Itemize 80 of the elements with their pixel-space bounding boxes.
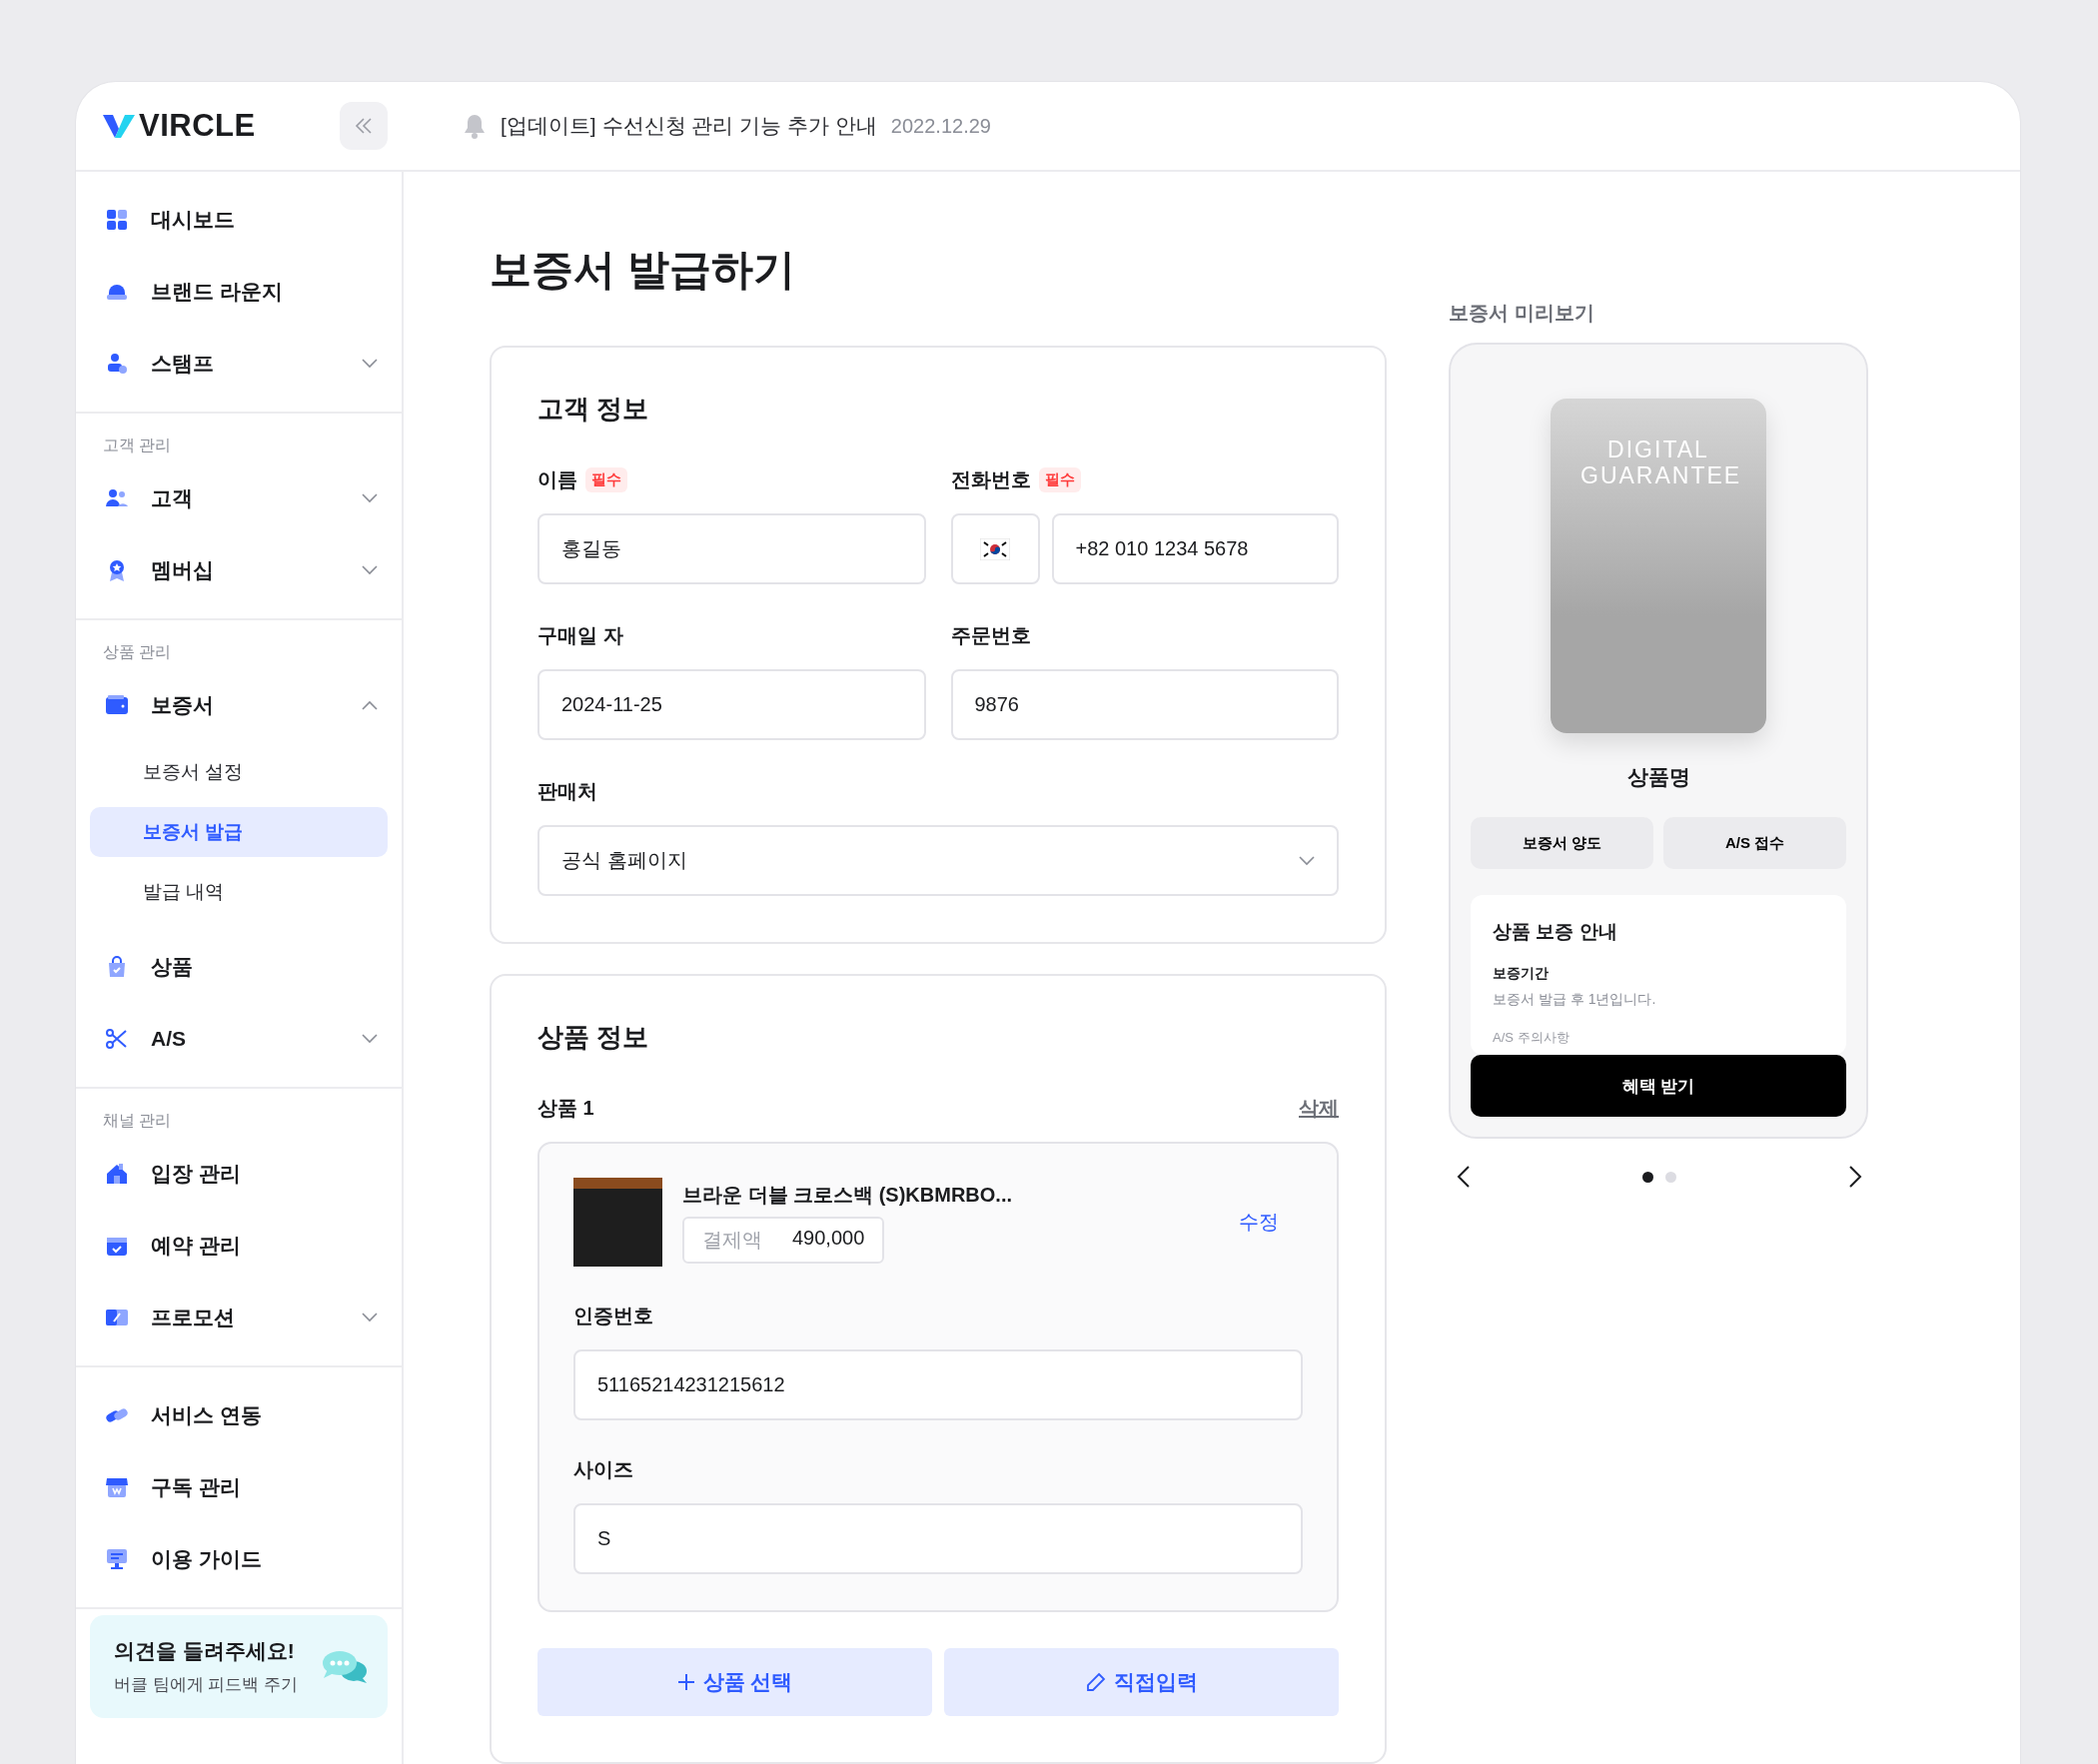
sidebar-item[interactable]: 보증서: [76, 669, 402, 741]
field-label: 사이즈: [573, 1457, 633, 1482]
seller-select[interactable]: 공식 홈페이지: [537, 825, 1339, 896]
field-label: 인증번호: [573, 1304, 653, 1328]
field-label: 이름: [537, 467, 577, 492]
preview-product-name: 상품명: [1626, 764, 1690, 790]
monitor-icon: [105, 1547, 129, 1571]
sidebar-item[interactable]: 입장 관리: [76, 1138, 402, 1210]
bell-icon: [463, 113, 487, 139]
benefit-button[interactable]: 혜택 받기: [1471, 1055, 1846, 1117]
scissors-icon: [105, 1027, 129, 1051]
input-field[interactable]: 9876: [950, 669, 1339, 740]
section-heading: 채널 관리: [102, 1111, 173, 1131]
select-product-button[interactable]: 상품 선택: [537, 1648, 932, 1716]
input-field[interactable]: 51165214231215612: [573, 1349, 1303, 1420]
required-badge: 필수: [585, 467, 627, 492]
preview-action-button[interactable]: A/S 접수: [1663, 817, 1846, 869]
info-heading: 보증기간: [1493, 965, 1550, 983]
info-heading: A/S 주의사항: [1493, 1029, 1571, 1047]
flag-icon: [980, 537, 1010, 560]
page-title: 보증서 발급하기: [490, 245, 796, 295]
preview-title: 보증서 미리보기: [1449, 301, 1595, 326]
sidebar-item[interactable]: 서비스 연동: [76, 1379, 402, 1451]
section-heading: 고객 관리: [102, 436, 173, 455]
sidebar-item[interactable]: 대시보드: [76, 184, 402, 256]
manual-input-button[interactable]: 직접입력: [944, 1648, 1339, 1716]
sidebar-item[interactable]: 구독 관리: [76, 1451, 402, 1523]
sidebar-item[interactable]: 브랜드 라운지: [76, 256, 402, 328]
chevron-icon: [1299, 855, 1315, 866]
feedback-title: 의견을 들려주세요!: [114, 1638, 296, 1664]
preview-action-button[interactable]: 보증서 양도: [1471, 817, 1653, 869]
sidebar-item[interactable]: 고객: [76, 462, 402, 534]
price-label: 결제액: [702, 1227, 762, 1253]
sidebar-item[interactable]: 이용 가이드: [76, 1523, 402, 1595]
phone-field[interactable]: +82 010 1234 5678: [1051, 513, 1339, 584]
product-heading: 상품 1: [537, 1096, 594, 1121]
input-field[interactable]: S: [573, 1503, 1303, 1574]
logo-icon: [103, 113, 135, 139]
page-dot[interactable]: [1665, 1171, 1676, 1183]
delete-link[interactable]: 삭제: [1299, 1095, 1339, 1122]
chevron-left-icon[interactable]: [1457, 1165, 1471, 1189]
page-dot[interactable]: [1642, 1171, 1653, 1183]
shop-icon: [105, 1475, 129, 1499]
product-name: 브라운 더블 크로스백 (S)KBMRBO...: [682, 1182, 1013, 1208]
wallet-icon: [105, 693, 129, 717]
chevron-right-icon[interactable]: [1848, 1165, 1862, 1189]
chat-bubbles-icon: [322, 1648, 368, 1685]
info-text: 보증서 발급 후 1년입니다.: [1493, 991, 1657, 1009]
notice-text[interactable]: [업데이트] 수선신청 관리 기능 추가 안내: [501, 112, 877, 140]
notice-date: 2022.12.29: [890, 114, 991, 138]
sidebar-subitem[interactable]: 보증서 발급: [90, 807, 388, 857]
field-label: 주문번호: [950, 623, 1031, 648]
section-heading: 상품 관리: [102, 642, 173, 662]
card-title: 상품 정보: [537, 1021, 650, 1054]
plus-icon: [676, 1673, 695, 1691]
grid-icon: [105, 208, 129, 232]
sidebar-subitem[interactable]: 발급 내역: [90, 867, 388, 917]
required-badge: 필수: [1038, 467, 1081, 492]
input-field[interactable]: 홍길동: [537, 513, 926, 584]
sidebar-item[interactable]: 스탬프: [76, 328, 402, 400]
sidebar-item[interactable]: 예약 관리: [76, 1210, 402, 1282]
double-chevron-icon: [355, 118, 373, 134]
sidebar-item[interactable]: 멤버십: [76, 534, 402, 606]
sidebar-item[interactable]: A/S: [76, 1003, 402, 1075]
pencil-icon: [1085, 1672, 1106, 1692]
field-label: 판매처: [537, 779, 597, 804]
field-label: 구매일 자: [537, 623, 623, 648]
logo-text: VIRCLE: [139, 108, 256, 144]
sidebar-item[interactable]: 프로모션: [76, 1282, 402, 1353]
feedback-subtitle: 버클 팀에게 피드백 주기: [114, 1674, 300, 1696]
house-icon: [105, 1162, 129, 1186]
edit-link[interactable]: 수정: [1239, 1209, 1279, 1236]
feedback-card[interactable]: 의견을 들려주세요! 버클 팀에게 피드백 주기: [90, 1615, 388, 1718]
input-field[interactable]: 2024-11-25: [537, 669, 926, 740]
sidebar-item[interactable]: 상품: [76, 931, 402, 1003]
field-label: 전화번호: [950, 467, 1031, 492]
card-title: 고객 정보: [537, 393, 650, 426]
info-title: 상품 보증 안내: [1493, 920, 1618, 944]
sidebar-subitem[interactable]: 보증서 설정: [90, 747, 388, 797]
price-value: 490,000: [792, 1226, 865, 1251]
